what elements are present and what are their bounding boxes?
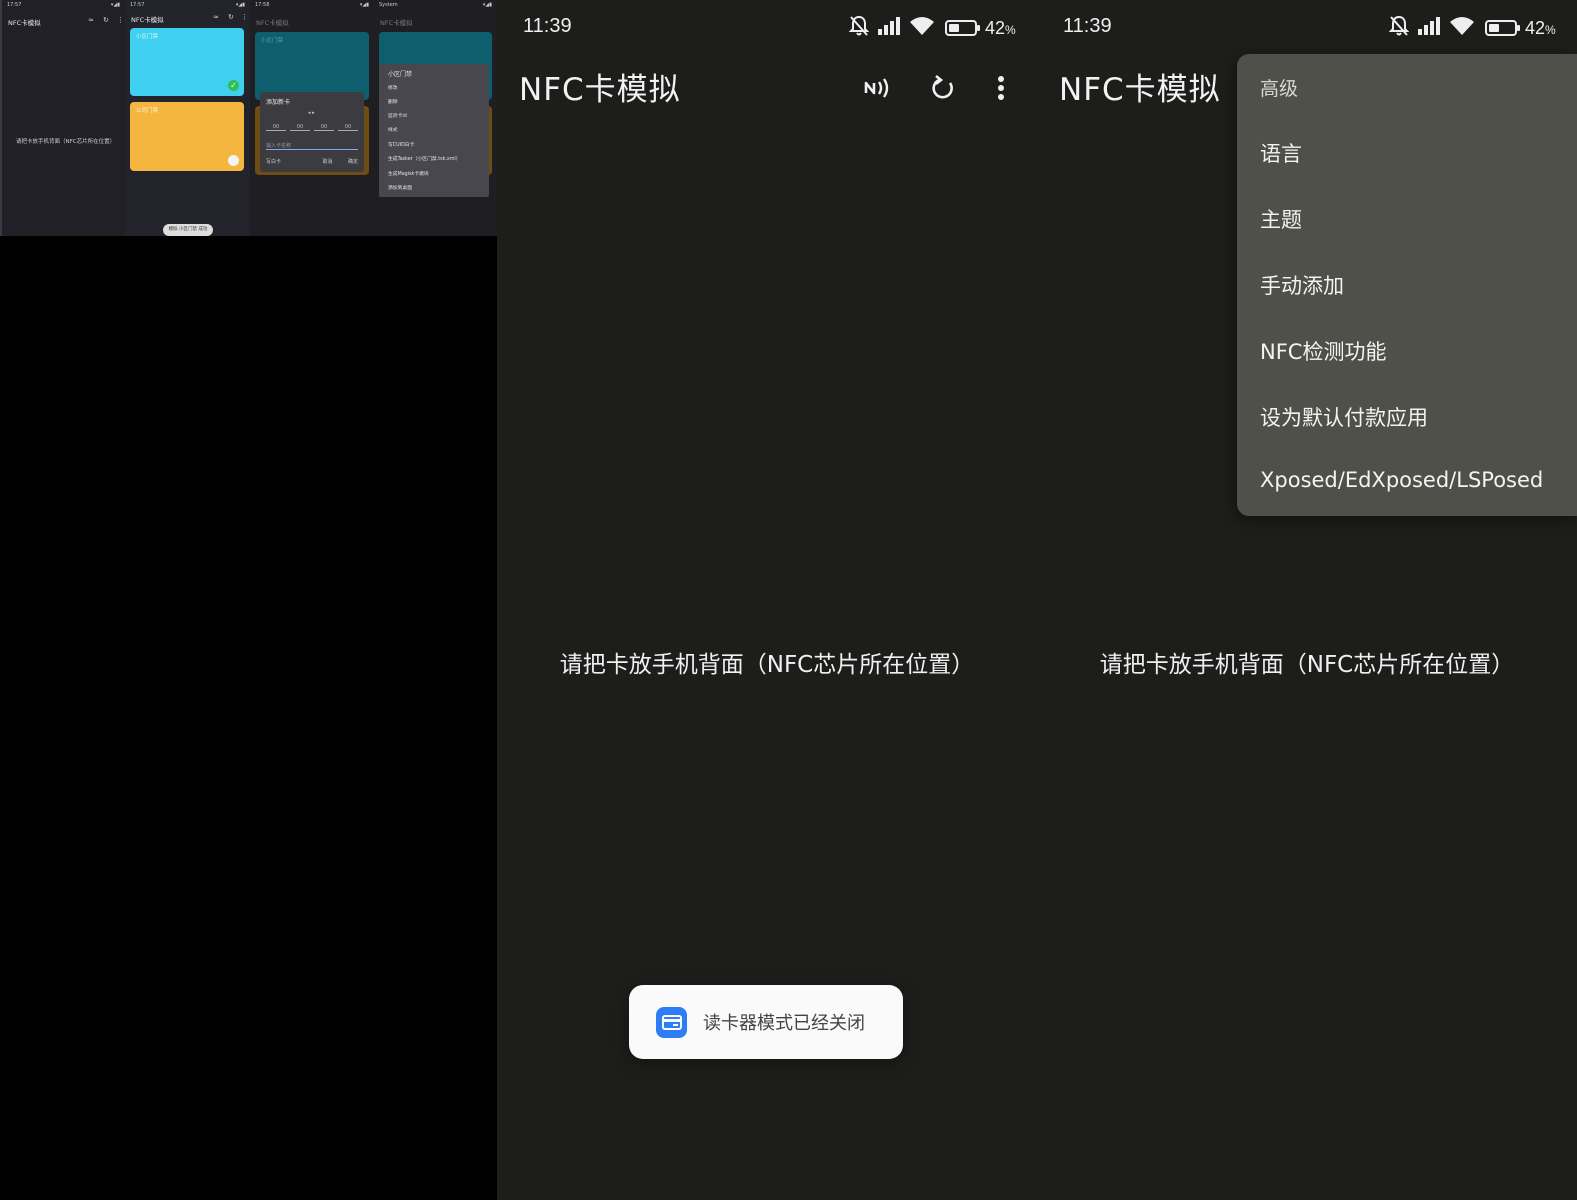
card-label: 公司门禁 (136, 108, 159, 114)
hex-input[interactable]: 00 (266, 124, 286, 131)
menu-header-advanced: 高级 (1260, 78, 1299, 100)
nfc-placement-hint: 请把卡放手机背面（NFC芯片所在位置） (1099, 652, 1515, 678)
battery-percent: 42% (985, 17, 1016, 38)
mini-status-icons: ▾◢▮ (110, 2, 120, 8)
mini-screen-dialog: 17:58 ▾◢▮ NFC卡模拟 小区门禁 添加新卡 ◂ ▸ 00 00 00 … (250, 0, 374, 236)
battery-icon (1485, 20, 1520, 36)
popup-menu-item[interactable]: 生成Magisk卡模块 (388, 170, 429, 177)
battery-icon (945, 20, 980, 36)
card-amber[interactable]: 公司门禁 (130, 102, 244, 171)
cancel-button[interactable]: 取消 (322, 158, 332, 165)
card-label: 小区门禁 (261, 38, 284, 44)
wifi-icon (1449, 16, 1475, 40)
status-bar-icons: 42% (848, 14, 1016, 42)
battery-percent: 42% (1525, 17, 1556, 38)
menu-item-manual-add[interactable]: 手动添加 (1260, 270, 1344, 300)
menu-item-nfc-check[interactable]: NFC检测功能 (1260, 336, 1386, 366)
battery-level (1489, 24, 1500, 32)
popup-menu-item[interactable]: 监听卡id (388, 112, 407, 119)
menu-item-xposed[interactable]: Xposed/EdXposed/LSPosed (1260, 468, 1543, 492)
battery-level (949, 24, 960, 32)
refresh-icon[interactable]: ↻ (228, 13, 234, 21)
popup-menu-item[interactable]: 写CUID白卡 (388, 141, 414, 148)
mini-screen-cards: 17:57 ▾◢▮ NFC卡模拟 ≈ ↻ ⋮ 小区门禁 ✓ 公司门禁 模拟 小区… (125, 0, 250, 236)
refresh-icon[interactable] (925, 70, 961, 106)
dialog-buttons: 写白卡 取消 确定 (266, 158, 358, 165)
popup-menu-item[interactable]: 样式 (388, 126, 398, 133)
dialog-arrows[interactable]: ◂ ▸ (308, 110, 315, 116)
hex-input[interactable]: 00 (290, 124, 310, 131)
bell-off-icon (848, 15, 870, 41)
app-title: NFC卡模拟 (519, 72, 681, 108)
phone-screen-main: 11:39 42% NFC卡模拟 请把卡放手机背面（NFC芯片所在位置） 读卡器… (497, 0, 1037, 1200)
bell-off-icon (1388, 15, 1410, 41)
mini-app-title: NFC卡模拟 (8, 19, 41, 27)
popup-menu-item[interactable]: 生成Tasker（小区门禁.tsk.xml） (388, 155, 461, 162)
hex-input[interactable]: 00 (314, 124, 334, 131)
mini-status-time: 17:57 (7, 2, 22, 8)
check-icon: ✓ (228, 80, 239, 91)
app-title: NFC卡模拟 (1059, 72, 1221, 108)
card-cyan[interactable]: 小区门禁 ✓ (130, 28, 244, 96)
mini-status-icons: ▾◢▮ (482, 2, 492, 8)
card-cyan-dimmed: 小区门禁 (255, 32, 369, 100)
popup-menu-item[interactable]: 修改 (388, 84, 398, 91)
reader-mode-toast: 读卡器模式已经关闭 (629, 985, 903, 1059)
status-time: 11:39 (523, 15, 572, 37)
screenshot-collage: 17:57 ▾◢▮ NFC卡模拟 ≈ ↻ ⋮ 请把卡放手机背面（NFC芯片所在位… (0, 0, 497, 236)
mini-app-title: NFC卡模拟 (256, 19, 289, 27)
card-name-input[interactable]: 输入卡名称 (266, 142, 358, 150)
mini-toast: 模拟 小区门禁 成功 (163, 224, 213, 236)
mini-status-time: System (379, 2, 398, 8)
radio-icon (228, 155, 239, 166)
dialog-title: 添加新卡 (266, 99, 291, 106)
mini-status-time: 17:58 (255, 2, 270, 8)
popup-menu-title: 小区门禁 (388, 71, 413, 78)
mini-status-time: 17:57 (130, 2, 145, 8)
menu-item-default-payment[interactable]: 设为默认付款应用 (1260, 402, 1428, 432)
confirm-button[interactable]: 确定 (348, 158, 358, 165)
status-time: 11:39 (1063, 15, 1112, 37)
mini-status-icons: ▾◢▮ (359, 2, 369, 8)
menu-item-theme[interactable]: 主题 (1260, 204, 1302, 234)
popup-menu-item[interactable]: 删除 (388, 98, 398, 105)
status-bar-icons: 42% (1388, 14, 1556, 42)
mini-app-title: NFC卡模拟 (131, 16, 164, 24)
nfc-icon[interactable] (860, 70, 896, 106)
mini-app-title: NFC卡模拟 (380, 19, 413, 27)
hex-input-row: 00 00 00 00 (266, 124, 358, 131)
mini-screen-popup: System ▾◢▮ NFC卡模拟 小区门禁 修改 删除 监听卡id 样式 写C… (374, 0, 497, 236)
nfc-icon[interactable]: ≈ (88, 16, 94, 24)
overflow-menu: 高级 语言 主题 手动添加 NFC检测功能 设为默认付款应用 Xposed/Ed… (1237, 54, 1577, 516)
write-blank-button[interactable]: 写白卡 (266, 158, 281, 165)
mini-screen-empty: 17:57 ▾◢▮ NFC卡模拟 ≈ ↻ ⋮ 请把卡放手机背面（NFC芯片所在位… (0, 0, 125, 236)
add-card-dialog: 添加新卡 ◂ ▸ 00 00 00 00 输入卡名称 写白卡 取消 确定 (260, 92, 364, 172)
hex-input[interactable]: 00 (338, 124, 358, 131)
more-vert-icon[interactable]: ⋮ (241, 13, 248, 21)
nfc-placement-hint: 请把卡放手机背面（NFC芯片所在位置） (559, 652, 975, 678)
nfc-icon[interactable]: ≈ (213, 13, 219, 21)
menu-item-language[interactable]: 语言 (1260, 138, 1302, 168)
more-vert-icon[interactable] (983, 70, 1019, 106)
toast-text: 读卡器模式已经关闭 (703, 1013, 865, 1034)
card-label: 小区门禁 (136, 34, 159, 40)
card-icon (656, 1006, 687, 1038)
signal-icon (877, 17, 901, 39)
more-vert-icon[interactable]: ⋮ (117, 16, 124, 24)
mini-empty-hint: 请把卡放手机背面（NFC芯片所在位置） (16, 139, 116, 145)
phone-screen-menu: 11:39 42% NFC卡模拟 请把卡放手机背面（NFC芯片所在位置） 高级 … (1037, 0, 1577, 1200)
popup-menu-item[interactable]: 添加到桌面 (388, 184, 412, 191)
refresh-icon[interactable]: ↻ (103, 16, 109, 24)
card-popup-menu: 小区门禁 修改 删除 监听卡id 样式 写CUID白卡 生成Tasker（小区门… (379, 64, 489, 197)
wifi-icon (909, 16, 935, 40)
signal-icon (1417, 17, 1441, 39)
mini-status-icons: ▾◢▮ (235, 2, 245, 8)
